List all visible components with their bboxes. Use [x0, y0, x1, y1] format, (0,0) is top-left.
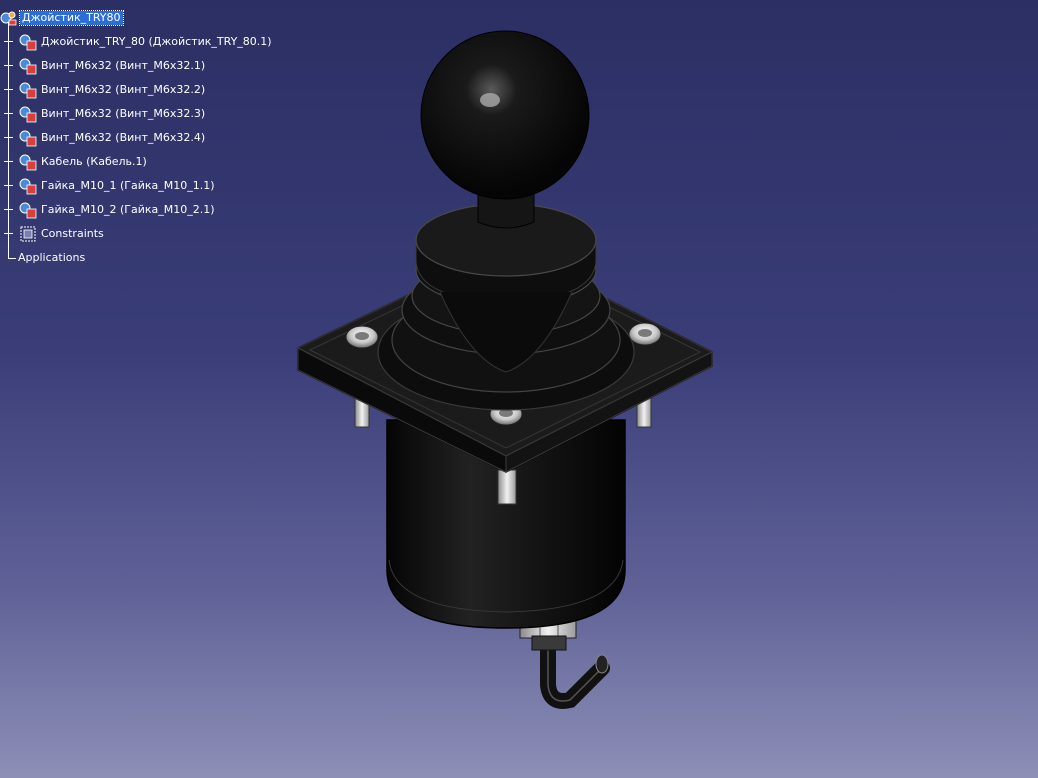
- part-icon: [19, 82, 37, 99]
- expand-plus-icon[interactable]: [4, 109, 13, 118]
- expand-plus-icon[interactable]: [4, 37, 13, 46]
- tree-connector-line: [8, 258, 16, 259]
- tree-node[interactable]: Винт_M6x32 (Винт_M6x32.1): [2, 56, 207, 76]
- tree-node-label: Винт_M6x32 (Винт_M6x32.2): [41, 83, 206, 96]
- tree-node[interactable]: Джойстик_TRY_80 (Джойстик_TRY_80.1): [2, 32, 274, 52]
- tree-node-label: Джойстик_TRY_80 (Джойстик_TRY_80.1): [41, 35, 272, 48]
- part-icon: [19, 130, 37, 147]
- tree-node-label: Applications: [18, 251, 86, 264]
- tree-node-label: Винт_M6x32 (Винт_M6x32.1): [41, 59, 206, 72]
- expand-plus-icon[interactable]: [4, 133, 13, 142]
- part-icon: [19, 58, 37, 75]
- tree-root-label: Джойстик_TRY80: [19, 10, 124, 26]
- tree-node[interactable]: Винт_M6x32 (Винт_M6x32.2): [2, 80, 207, 100]
- expand-plus-icon[interactable]: [4, 205, 13, 214]
- tree-node[interactable]: Винт_M6x32 (Винт_M6x32.4): [2, 128, 207, 148]
- specification-tree: Джойстик_TRY80 Джойстик_TRY_80 (Джойстик…: [0, 0, 360, 280]
- ball-knob: [420, 30, 590, 200]
- part-icon: [19, 34, 37, 51]
- part-icon: [19, 178, 37, 195]
- part-icon: [19, 154, 37, 171]
- expand-plus-icon[interactable]: [4, 85, 13, 94]
- expand-plus-icon[interactable]: [4, 181, 13, 190]
- rubber-boot: [377, 203, 635, 411]
- tree-node-label: Кабель (Кабель.1): [41, 155, 147, 168]
- expand-plus-icon[interactable]: [4, 157, 13, 166]
- tree-node[interactable]: Гайка_M10_2 (Гайка_M10_2.1): [2, 200, 217, 220]
- part-icon: [19, 202, 37, 219]
- tree-root[interactable]: Джойстик_TRY80: [0, 8, 124, 28]
- tree-node[interactable]: Кабель (Кабель.1): [2, 152, 149, 172]
- expand-plus-icon[interactable]: [4, 61, 13, 70]
- tree-node-label: Constraints: [41, 227, 104, 240]
- part-icon: [19, 106, 37, 123]
- expand-plus-icon[interactable]: [4, 229, 13, 238]
- tree-node-label: Гайка_M10_2 (Гайка_M10_2.1): [41, 203, 215, 216]
- tree-node-applications[interactable]: Applications: [16, 248, 87, 268]
- constraints-icon: [20, 226, 36, 242]
- tree-node-constraints[interactable]: Constraints: [2, 224, 106, 244]
- tree-node-label: Винт_M6x32 (Винт_M6x32.4): [41, 131, 206, 144]
- product-icon: [0, 11, 17, 26]
- tree-node-label: Винт_M6x32 (Винт_M6x32.3): [41, 107, 206, 120]
- tree-node[interactable]: Гайка_M10_1 (Гайка_M10_1.1): [2, 176, 217, 196]
- tree-node[interactable]: Винт_M6x32 (Винт_M6x32.3): [2, 104, 207, 124]
- tree-node-label: Гайка_M10_1 (Гайка_M10_1.1): [41, 179, 215, 192]
